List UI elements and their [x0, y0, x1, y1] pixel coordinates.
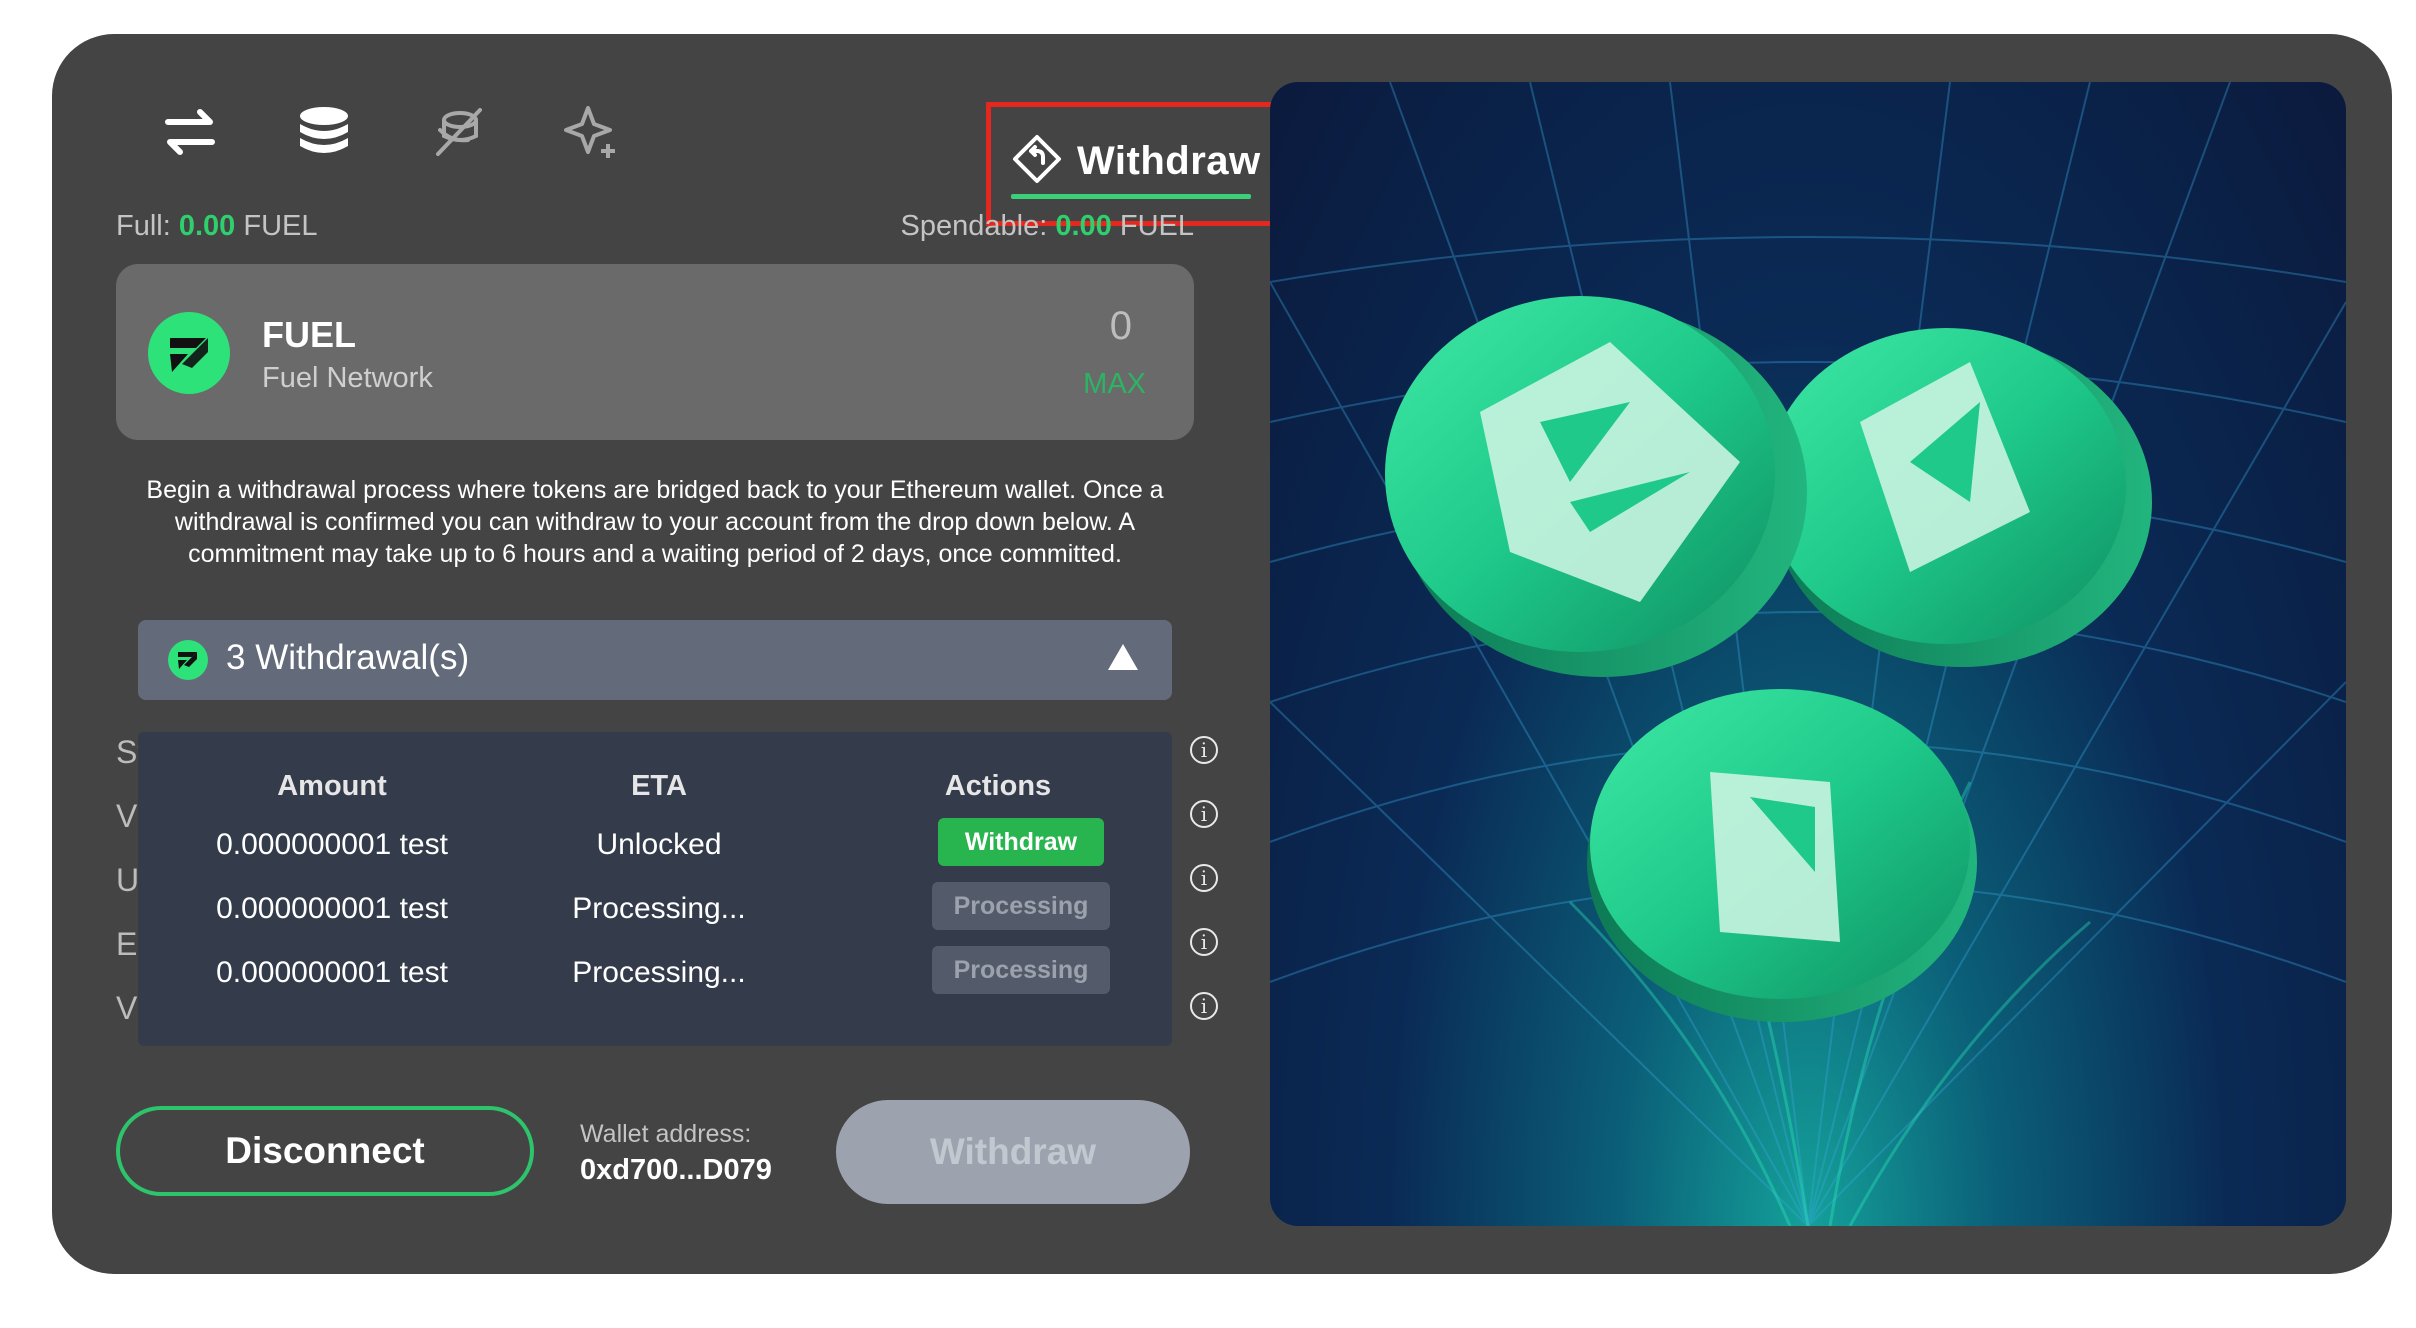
- info-icon[interactable]: i: [1190, 864, 1218, 892]
- row-withdraw-button[interactable]: Withdraw: [938, 818, 1104, 866]
- withdraw-button[interactable]: Withdraw: [836, 1100, 1190, 1204]
- info-icon[interactable]: i: [1190, 928, 1218, 956]
- detail-row-label: V: [116, 798, 138, 834]
- full-balance: Full: 0.00 FUEL: [116, 210, 318, 243]
- info-icon[interactable]: i: [1190, 736, 1218, 764]
- amount-input[interactable]: 0: [1110, 304, 1132, 349]
- detail-row-label: V: [116, 990, 138, 1026]
- max-button[interactable]: MAX: [1083, 368, 1146, 401]
- spendable-balance-label: Spendable:: [900, 210, 1048, 242]
- slashed-coins-icon[interactable]: [428, 102, 488, 162]
- swap-arrows-icon[interactable]: [160, 102, 220, 162]
- full-balance-value: 0.00: [178, 210, 236, 242]
- wallet-address-label: Wallet address:: [580, 1120, 752, 1148]
- balance-summary: Full: 0.00 FUEL Spendable: 0.00 FUEL: [116, 210, 1194, 250]
- row-processing-button[interactable]: Processing: [932, 882, 1110, 930]
- token-name: FUEL: [262, 314, 356, 355]
- full-balance-unit: FUEL: [243, 210, 318, 242]
- withdrawal-eta: Processing...: [572, 892, 746, 925]
- withdrawal-eta: Processing...: [572, 956, 746, 989]
- info-icon[interactable]: i: [1190, 800, 1218, 828]
- column-header-eta: ETA: [631, 770, 687, 802]
- withdrawals-table: Amount ETA Actions 0.000000001 test Unlo…: [138, 732, 1172, 1046]
- coin-left: [1385, 296, 1807, 677]
- info-icon[interactable]: i: [1190, 992, 1218, 1020]
- token-input-box[interactable]: FUEL Fuel Network 0 MAX: [116, 264, 1194, 440]
- withdrawals-dropdown[interactable]: 3 Withdrawal(s): [138, 620, 1172, 700]
- full-balance-label: Full:: [116, 210, 171, 242]
- sparkle-star-icon[interactable]: [562, 102, 622, 162]
- withdrawal-eta: Unlocked: [596, 828, 722, 861]
- coin-bottom: [1587, 689, 1977, 1022]
- caret-up-icon: [1108, 644, 1138, 670]
- column-header-amount: Amount: [277, 770, 387, 802]
- tab-withdraw[interactable]: Withdraw: [986, 102, 1276, 226]
- spendable-balance: Spendable: 0.00 FUEL: [901, 210, 1194, 243]
- withdrawal-amount: 0.000000001 test: [216, 828, 448, 861]
- token-network: Fuel Network: [262, 362, 433, 394]
- wallet-address: 0xd700...D079: [580, 1154, 772, 1186]
- disconnect-button[interactable]: Disconnect: [116, 1106, 534, 1196]
- withdrawal-amount: 0.000000001 test: [216, 956, 448, 989]
- withdrawal-amount: 0.000000001 test: [216, 892, 448, 925]
- withdraw-diamond-icon: [1011, 133, 1063, 190]
- active-tab-underline: [1011, 194, 1251, 199]
- spendable-balance-value: 0.00: [1055, 210, 1112, 242]
- hero-illustration: [1270, 82, 2346, 1226]
- withdraw-description: Begin a withdrawal process where tokens …: [146, 476, 1164, 568]
- fuel-logo-icon: [148, 312, 230, 394]
- coin-stack-icon[interactable]: [294, 102, 354, 162]
- row-processing-button[interactable]: Processing: [932, 946, 1110, 994]
- column-header-actions: Actions: [944, 770, 1052, 802]
- fuel-logo-icon: [168, 640, 208, 680]
- spendable-balance-unit: FUEL: [1119, 210, 1194, 242]
- tab-bar: Withdraw: [112, 64, 1276, 226]
- bridge-card: Withdraw Full: 0.00 FUEL Spendable: 0.00…: [52, 34, 2392, 1274]
- tab-withdraw-label: Withdraw: [1077, 139, 1261, 183]
- detail-row-label: U: [116, 862, 140, 898]
- withdrawals-count-label: 3 Withdrawal(s): [226, 638, 470, 677]
